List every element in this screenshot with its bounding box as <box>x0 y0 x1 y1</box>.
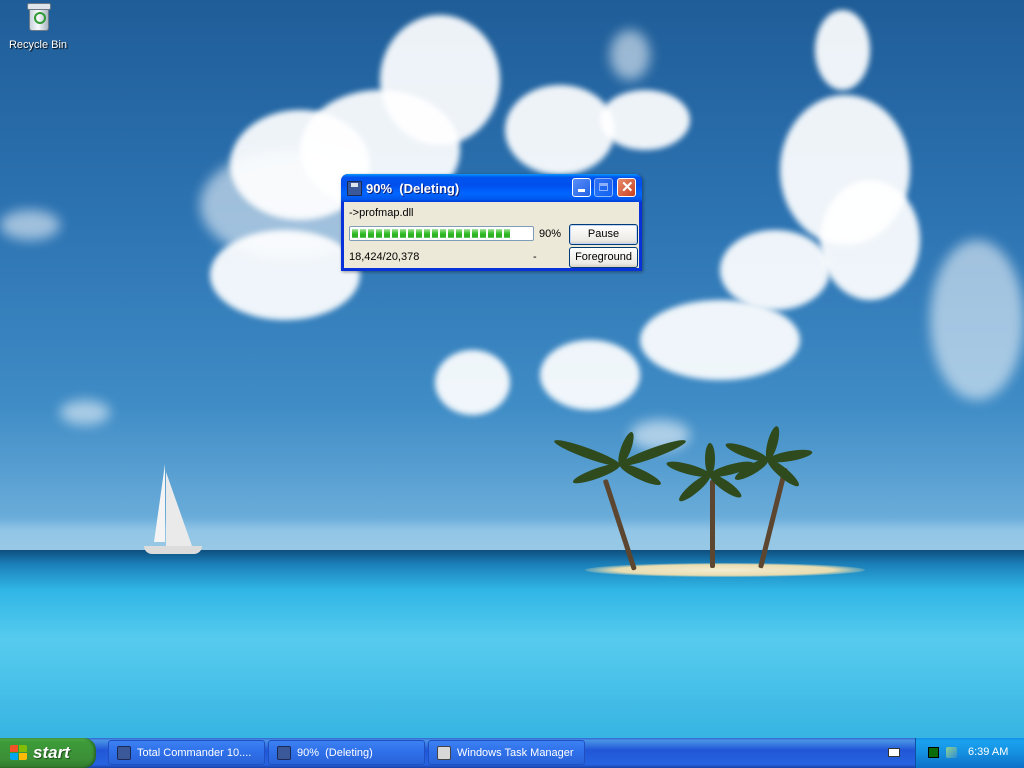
progress-segment <box>376 229 382 238</box>
progress-segment <box>432 229 438 238</box>
taskbar-button-total-commander[interactable]: Total Commander 10.... <box>108 740 265 765</box>
cloud <box>210 230 360 320</box>
clock[interactable]: 6:39 AM <box>968 746 1008 758</box>
start-button[interactable]: start <box>0 738 96 768</box>
minimize-button[interactable] <box>572 178 591 197</box>
maximize-button <box>594 178 613 197</box>
progress-segment <box>384 229 390 238</box>
window-title: 90% (Deleting) <box>366 181 460 196</box>
progress-segment <box>464 229 470 238</box>
progress-segment <box>480 229 486 238</box>
progress-segment <box>352 229 358 238</box>
close-icon: ✕ <box>621 179 634 196</box>
progress-segment <box>472 229 478 238</box>
taskbar-button-deleting[interactable]: 90% (Deleting) <box>268 740 425 765</box>
cloud <box>610 30 650 80</box>
cloud <box>930 240 1024 400</box>
progress-segment <box>440 229 446 238</box>
floppy-disk-icon <box>117 746 131 760</box>
minimize-icon <box>578 189 585 192</box>
desktop-wallpaper: Recycle Bin <box>0 0 1024 738</box>
cloud <box>435 350 510 415</box>
maximize-icon <box>599 183 608 191</box>
progress-segment <box>496 229 502 238</box>
delete-progress-window: 90% (Deleting) ✕ ->profmap.dll 90% 18,42… <box>341 174 642 271</box>
progress-segment <box>368 229 374 238</box>
window-titlebar[interactable]: 90% (Deleting) ✕ <box>341 174 642 202</box>
island <box>585 563 865 577</box>
network-icon[interactable] <box>946 747 957 758</box>
cloud <box>815 10 870 90</box>
system-tray: 6:39 AM <box>915 738 1024 768</box>
progress-bar <box>349 226 534 241</box>
cpu-usage-icon[interactable] <box>928 747 939 758</box>
desktop-icon-recycle-bin[interactable]: Recycle Bin <box>6 2 70 51</box>
floppy-disk-icon <box>347 181 362 196</box>
task-manager-icon <box>437 746 451 760</box>
progress-segment <box>416 229 422 238</box>
cloud <box>60 400 110 425</box>
dialog-client-area: ->profmap.dll 90% 18,424/20,378 - Pause … <box>344 202 639 268</box>
cloud <box>540 340 640 410</box>
cloud <box>600 90 690 150</box>
floppy-disk-icon <box>277 746 291 760</box>
taskbar: start Total Commander 10.... 90% (Deleti… <box>0 738 1024 768</box>
progress-segment <box>488 229 494 238</box>
cloud <box>640 300 800 380</box>
cloud <box>820 180 920 300</box>
keyboard-icon[interactable] <box>888 748 900 757</box>
progress-bar-fill <box>352 229 511 238</box>
taskbar-button-label: Total Commander 10.... <box>137 747 252 759</box>
current-file-label: ->profmap.dll <box>349 207 414 219</box>
taskbar-button-task-manager[interactable]: Windows Task Manager <box>428 740 585 765</box>
windows-logo-icon <box>10 745 28 761</box>
cloud <box>505 85 615 175</box>
cloud <box>0 210 60 240</box>
foreground-button[interactable]: Foreground <box>569 247 638 268</box>
cloud <box>720 230 830 310</box>
pause-button[interactable]: Pause <box>569 224 638 245</box>
taskbar-button-label: Windows Task Manager <box>457 747 574 759</box>
taskbar-button-label: 90% (Deleting) <box>297 747 373 759</box>
progress-segment <box>400 229 406 238</box>
recycle-bin-icon <box>26 2 51 31</box>
desktop-icon-label: Recycle Bin <box>8 39 68 51</box>
start-label: start <box>33 743 70 762</box>
progress-segment <box>408 229 414 238</box>
progress-segment <box>456 229 462 238</box>
progress-segment <box>360 229 366 238</box>
progress-percent: 90% <box>539 228 562 240</box>
sailboat <box>140 460 210 560</box>
sea <box>0 550 1024 738</box>
status-dash: - <box>533 251 537 263</box>
progress-segment <box>504 229 510 238</box>
progress-segment <box>448 229 454 238</box>
file-count: 18,424/20,378 <box>349 251 420 263</box>
progress-segment <box>392 229 398 238</box>
close-button[interactable]: ✕ <box>617 178 636 197</box>
progress-segment <box>424 229 430 238</box>
